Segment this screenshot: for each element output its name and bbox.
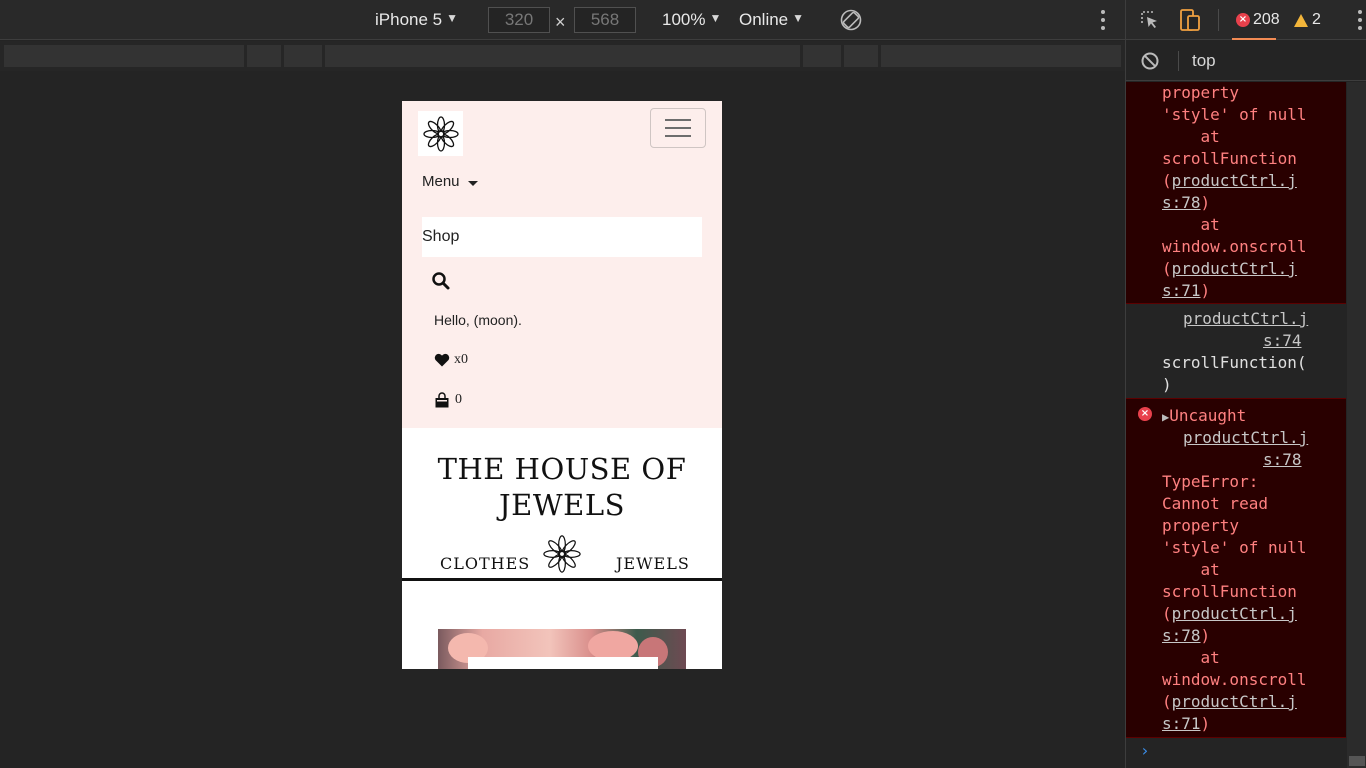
source-link[interactable]: s:78 [1162, 626, 1201, 645]
devtools-toolbar: × 208 2 [1126, 0, 1366, 40]
device-select[interactable]: iPhone 5 ▼ [375, 0, 458, 40]
nav-link-jewels[interactable]: JEWELS [616, 554, 690, 573]
error-counter[interactable]: × 208 [1232, 0, 1280, 40]
devtools-panel: × 208 2 top property 'style' of null at … [1125, 0, 1366, 768]
zoom-select[interactable]: 100% ▼ [662, 0, 721, 40]
inspect-element-icon[interactable] [1140, 10, 1160, 30]
console-scrollbar[interactable] [1347, 82, 1366, 768]
console-error-entry: property 'style' of null at scrollFuncti… [1126, 82, 1346, 304]
console-error-entry: × ▶Uncaught productCtrl.j s:78 TypeError… [1126, 399, 1346, 738]
source-link[interactable]: productCtrl.j [1172, 259, 1297, 278]
navbar: Menu Shop Hello, (moon). x0 0 [402, 101, 722, 428]
source-link[interactable]: s:71 [1162, 714, 1201, 733]
source-link[interactable]: productCtrl.j [1183, 308, 1308, 330]
caret-down-icon: ▼ [446, 11, 459, 25]
caret-down-icon: ▼ [792, 11, 805, 25]
error-icon: × [1236, 13, 1250, 27]
bag-count: 0 [455, 392, 462, 407]
more-options-icon[interactable] [1101, 10, 1105, 30]
media-query-segment[interactable] [325, 45, 800, 67]
menu-label: Menu [422, 173, 460, 190]
source-link[interactable]: s:71 [1162, 281, 1201, 300]
scrollbar-thumb[interactable] [1349, 756, 1365, 766]
warning-icon [1294, 13, 1308, 27]
device-viewport: Menu Shop Hello, (moon). x0 0 THE HOUSE … [402, 101, 722, 669]
media-query-segment[interactable] [284, 45, 322, 67]
media-query-segment[interactable] [844, 45, 878, 67]
console-prompt[interactable]: › [1140, 741, 1150, 760]
wishlist-count: x0 [454, 352, 468, 367]
console-log: property 'style' of null at scrollFuncti… [1126, 82, 1366, 738]
hamburger-menu-button[interactable] [650, 108, 706, 148]
error-icon: × [1138, 407, 1152, 421]
flower-logo-icon [422, 115, 459, 152]
context-select[interactable]: top [1192, 41, 1216, 81]
console-log-entry: productCtrl.j s:74 scrollFunction( ) [1126, 304, 1346, 399]
caret-down-icon: ▼ [709, 11, 722, 25]
media-query-segment[interactable] [4, 45, 244, 67]
source-link[interactable]: s:78 [1162, 193, 1201, 212]
brand-logo[interactable] [418, 111, 463, 156]
search-input[interactable]: Shop [422, 217, 702, 257]
user-greeting[interactable]: Hello, (moon). [434, 312, 522, 328]
source-link[interactable]: productCtrl.j [1172, 171, 1297, 190]
hero-card [468, 657, 658, 669]
source-link[interactable]: productCtrl.j [1172, 604, 1297, 623]
warning-counter[interactable]: 2 [1294, 0, 1321, 40]
height-input[interactable]: 568 [574, 7, 636, 33]
site-title: THE HOUSE OF JEWELS [437, 452, 687, 522]
source-link[interactable]: s:74 [1263, 330, 1302, 352]
source-link[interactable]: s:78 [1263, 449, 1302, 471]
divider [402, 578, 722, 581]
media-query-bar [0, 41, 1125, 71]
throttle-select[interactable]: Online ▼ [739, 0, 804, 40]
shopping-bag-link[interactable]: 0 [434, 392, 462, 408]
source-link[interactable]: productCtrl.j [1183, 427, 1308, 449]
source-link[interactable]: productCtrl.j [1172, 692, 1297, 711]
media-query-segment[interactable] [881, 45, 1121, 67]
menu-dropdown[interactable]: Menu [422, 173, 478, 190]
clear-console-icon[interactable] [1140, 51, 1160, 71]
width-input[interactable]: 320 [488, 7, 550, 33]
nav-link-clothes[interactable]: CLOTHES [440, 554, 530, 573]
device-toolbar: iPhone 5 ▼ 320 × 568 100% ▼ Online ▼ [0, 0, 1125, 40]
rotate-icon[interactable] [840, 9, 862, 31]
throttle-value: Online [739, 10, 789, 29]
media-query-segment[interactable] [247, 45, 281, 67]
error-count: 208 [1253, 11, 1280, 28]
caret-down-icon [467, 180, 478, 186]
dimension-separator: × [555, 12, 566, 32]
heart-icon [434, 353, 450, 367]
media-query-segment[interactable] [803, 45, 841, 67]
hero-image [438, 629, 686, 669]
shopping-bag-icon [435, 392, 449, 408]
device-toggle-icon[interactable] [1178, 8, 1202, 32]
zoom-value: 100% [662, 10, 706, 29]
flower-logo-icon[interactable] [542, 533, 582, 575]
warning-count: 2 [1312, 11, 1321, 28]
more-options-icon[interactable] [1358, 10, 1362, 30]
wishlist-link[interactable]: x0 [434, 352, 468, 368]
console-toolbar: top [1126, 41, 1366, 81]
device-name: iPhone 5 [375, 10, 443, 29]
search-icon[interactable] [431, 271, 451, 291]
